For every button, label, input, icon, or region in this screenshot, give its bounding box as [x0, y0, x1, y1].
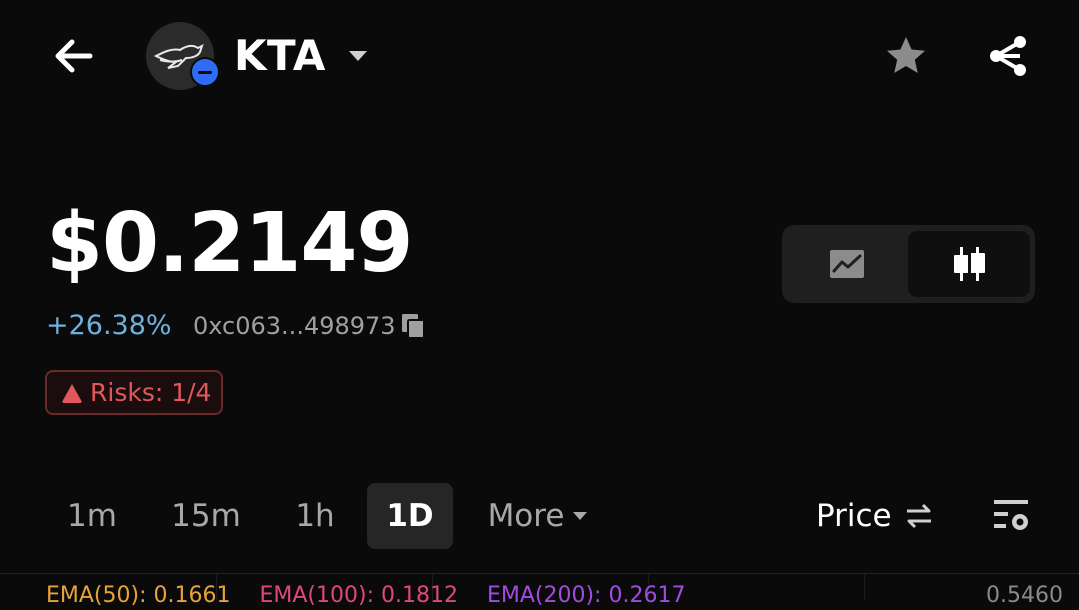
more-label: More [487, 498, 565, 534]
risk-badge[interactable]: Risks: 1/4 [45, 370, 223, 415]
back-arrow-icon [55, 39, 93, 73]
copy-icon [402, 314, 425, 339]
contract-address: 0xc063...498973 [193, 312, 396, 340]
price-mode-label: Price [816, 498, 892, 534]
copy-address-button[interactable] [400, 312, 428, 340]
share-icon [990, 36, 1026, 76]
tab-timeframe-1h[interactable]: 1h [285, 483, 345, 549]
favorite-button[interactable] [884, 34, 928, 78]
chart-divider [0, 573, 1079, 574]
tab-more-timeframes[interactable]: More [478, 483, 598, 549]
share-button[interactable] [986, 34, 1030, 78]
price-axis-label: 0.5460 [986, 583, 1063, 608]
token-selector-caret[interactable] [348, 48, 368, 62]
indicator-settings-button[interactable] [992, 496, 1032, 536]
price-mode-toggle[interactable]: Price [816, 483, 934, 549]
chart-gridline [864, 574, 865, 600]
caret-down-icon [349, 51, 367, 61]
current-price: $0.2149 [46, 196, 413, 291]
risk-label: Risks: 1/4 [90, 377, 212, 407]
ema50-value: EMA(50): 0.1661 [46, 583, 231, 608]
token-symbol[interactable]: KTA [234, 30, 326, 82]
price-change-percent: +26.38% [46, 310, 172, 341]
indicator-settings-icon [994, 500, 1028, 530]
line-chart-icon [830, 250, 864, 278]
line-chart-toggle[interactable] [790, 231, 904, 297]
candlestick-icon [954, 247, 985, 281]
back-button[interactable] [50, 34, 98, 78]
warning-triangle-icon [62, 383, 82, 403]
tab-timeframe-1d[interactable]: 1D [367, 483, 453, 549]
ema100-value: EMA(100): 0.1812 [259, 583, 458, 608]
tab-timeframe-1m[interactable]: 1m [56, 483, 128, 549]
tab-timeframe-15m[interactable]: 15m [162, 483, 250, 549]
star-icon [887, 37, 925, 73]
swap-icon [906, 503, 931, 529]
caret-down-icon [573, 512, 588, 520]
ema200-value: EMA(200): 0.2617 [486, 583, 686, 608]
ema-legend: EMA(50): 0.1661 EMA(100): 0.1812 EMA(200… [46, 582, 685, 610]
chain-badge-icon [190, 57, 220, 87]
candlestick-toggle[interactable] [908, 231, 1030, 297]
